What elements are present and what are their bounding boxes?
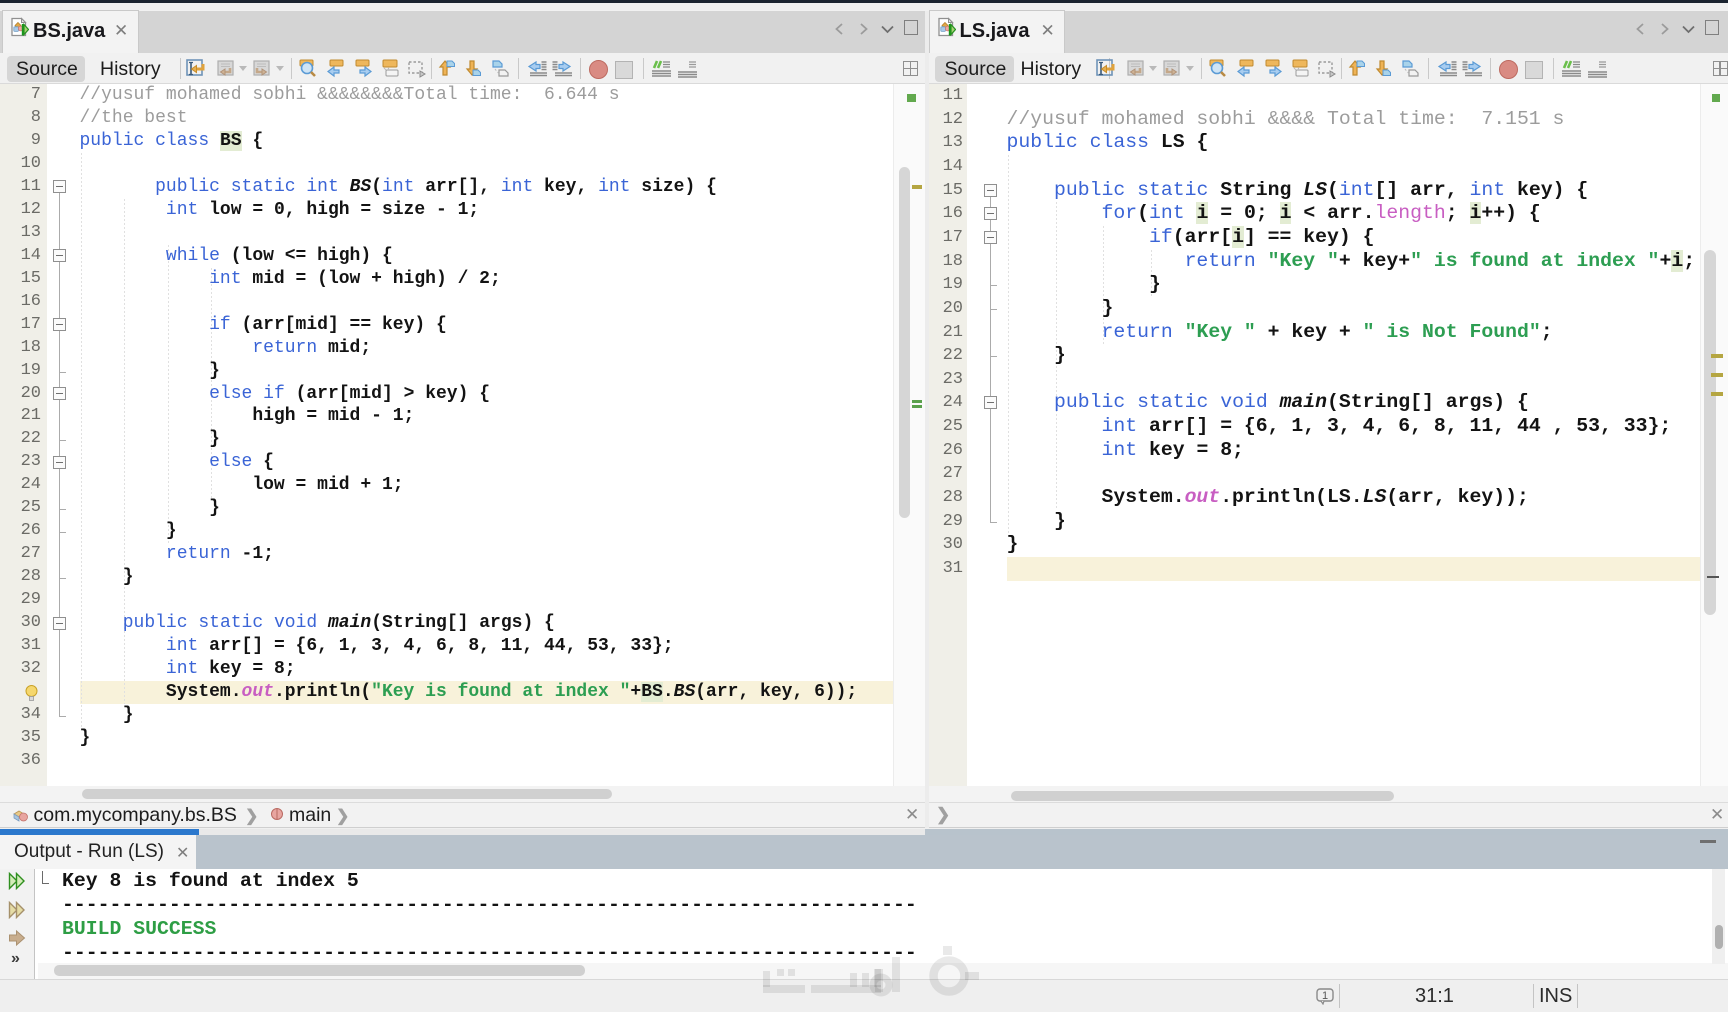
svg-text:1: 1 [1322,990,1328,1002]
